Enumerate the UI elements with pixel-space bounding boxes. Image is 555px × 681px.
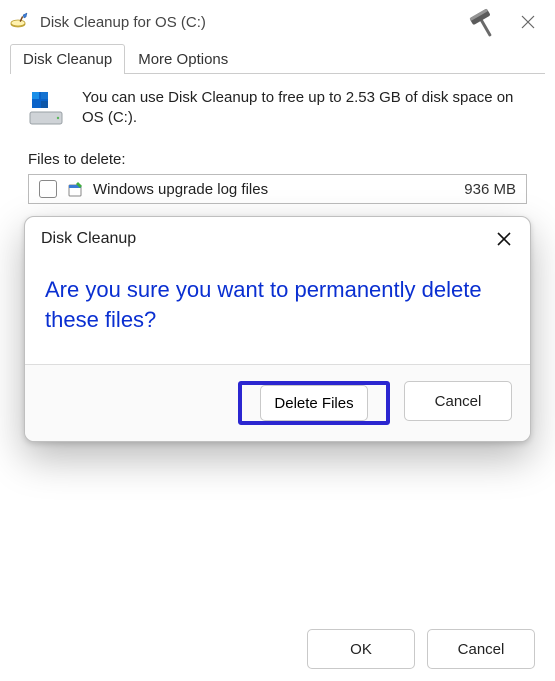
disk-cleanup-icon <box>10 12 30 32</box>
ok-button[interactable]: OK <box>307 629 415 669</box>
dialog-footer: OK Cancel <box>307 629 535 669</box>
cancel-button[interactable]: Cancel <box>427 629 535 669</box>
tab-strip: Disk Cleanup More Options <box>0 44 555 74</box>
hammer-icon <box>461 0 505 44</box>
list-item-size: 936 MB <box>464 181 516 198</box>
confirm-dialog: Disk Cleanup Are you sure you want to pe… <box>24 216 531 442</box>
list-item-name: Windows upgrade log files <box>93 181 464 198</box>
intro-text: You can use Disk Cleanup to free up to 2… <box>82 88 527 131</box>
confirm-dialog-close-button[interactable] <box>486 221 522 257</box>
list-item[interactable]: Windows upgrade log files 936 MB <box>29 175 526 203</box>
confirm-dialog-title: Disk Cleanup <box>41 230 486 248</box>
file-type-icon <box>67 180 85 198</box>
confirm-cancel-button[interactable]: Cancel <box>404 381 512 421</box>
confirm-dialog-message: Are you sure you want to permanently del… <box>25 261 530 364</box>
files-to-delete-list: Windows upgrade log files 936 MB <box>28 174 527 204</box>
window-titlebar: Disk Cleanup for OS (C:) <box>0 0 555 44</box>
confirm-dialog-footer: Delete Files Cancel <box>25 364 530 441</box>
window-close-button[interactable] <box>505 0 551 44</box>
delete-files-highlight: Delete Files <box>238 381 390 425</box>
intro-section: You can use Disk Cleanup to free up to 2… <box>28 88 527 131</box>
confirm-dialog-header: Disk Cleanup <box>25 217 530 261</box>
drive-icon <box>28 88 68 131</box>
files-to-delete-label: Files to delete: <box>28 151 527 168</box>
tab-disk-cleanup[interactable]: Disk Cleanup <box>10 44 125 74</box>
delete-files-button[interactable]: Delete Files <box>260 385 368 421</box>
window-title: Disk Cleanup for OS (C:) <box>40 14 461 31</box>
tab-more-options[interactable]: More Options <box>125 44 241 74</box>
list-item-checkbox[interactable] <box>39 180 57 198</box>
